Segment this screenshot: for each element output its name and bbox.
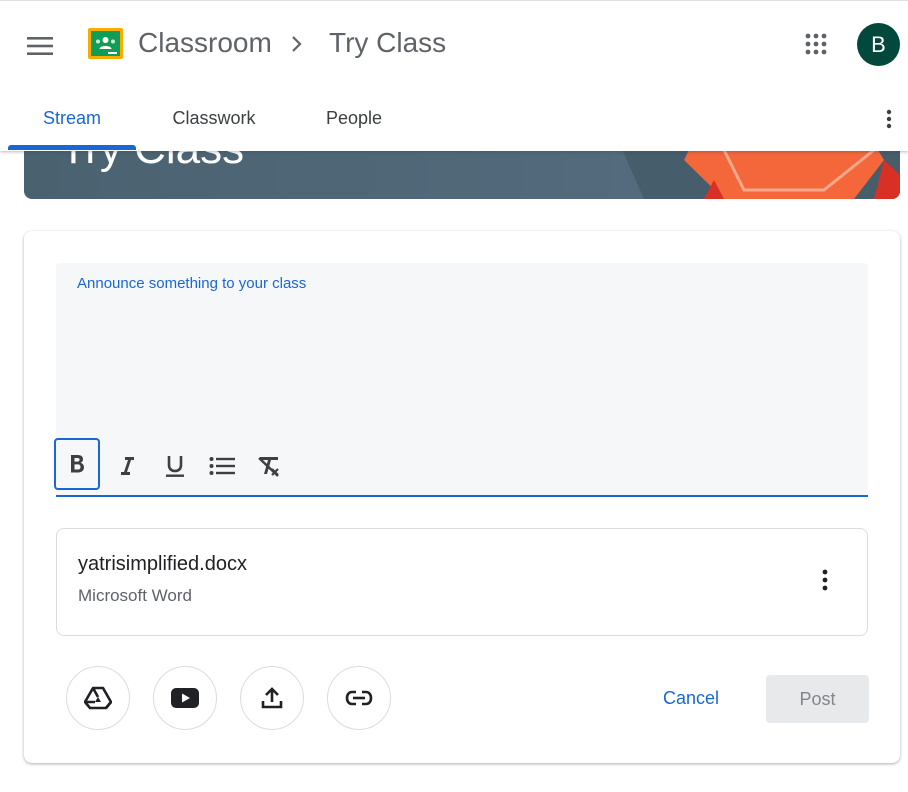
add-link-button[interactable] [327,666,391,730]
tab-stream[interactable]: Stream [8,87,136,149]
tab-classwork[interactable]: Classwork [150,87,278,149]
youtube-icon [171,688,199,708]
announcement-editor[interactable]: Announce something to your class [54,263,868,497]
attachment-options-button[interactable] [807,560,843,600]
breadcrumb-class-name[interactable]: Try Class [329,27,446,59]
bulleted-list-icon [209,457,235,475]
post-button[interactable]: Post [766,675,869,723]
add-drive-file-button[interactable] [66,666,130,730]
account-avatar[interactable]: B [857,23,900,66]
tab-people[interactable]: People [292,87,416,149]
app-name[interactable]: Classroom [138,27,272,59]
clear-formatting-button[interactable] [246,439,292,493]
underline-icon [166,456,184,477]
google-apps-icon [805,33,827,55]
top-app-bar: Classroom Try Class B Stream Classwork P… [0,0,908,151]
classroom-logo-icon[interactable] [88,28,123,64]
bold-icon [71,455,84,473]
hamburger-menu-icon [27,37,53,55]
more-vert-icon [822,569,828,591]
clear-formatting-icon [258,457,279,477]
bold-button[interactable] [54,438,100,490]
bulleted-list-button[interactable] [199,439,245,493]
upload-file-button[interactable] [240,666,304,730]
announcement-composer: Announce something to your class yatrisi… [24,231,900,763]
underline-button[interactable] [152,439,198,493]
announcement-placeholder: Announce something to your class [77,275,307,292]
google-drive-icon [84,686,112,710]
add-youtube-button[interactable] [153,666,217,730]
attachment-file-name: yatrisimplified.docx [78,553,247,575]
main-menu-button[interactable] [18,24,62,68]
link-icon [345,690,373,706]
cancel-button[interactable]: Cancel [644,677,738,719]
attachment-card[interactable]: yatrisimplified.docx Microsoft Word [56,528,868,636]
more-vert-icon [886,109,892,129]
attachment-file-type: Microsoft Word [78,586,192,605]
italic-icon [121,457,134,475]
more-options-button[interactable] [872,99,906,139]
active-tab-indicator [8,145,136,150]
google-apps-button[interactable] [794,22,838,66]
italic-button[interactable] [104,439,150,493]
upload-icon [261,687,283,709]
chevron-right-icon [290,31,304,62]
